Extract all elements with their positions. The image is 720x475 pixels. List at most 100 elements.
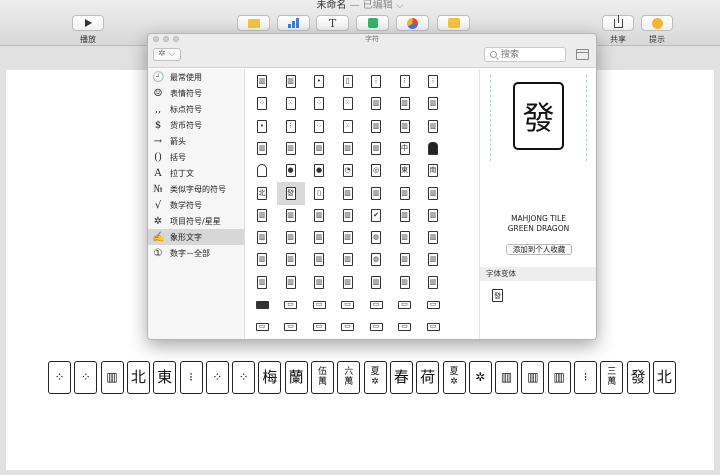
character-cell[interactable] <box>248 293 276 316</box>
zoom-window-button[interactable] <box>173 36 179 42</box>
character-cell[interactable]: • <box>248 115 276 138</box>
character-cell[interactable]: ✔ <box>362 204 390 227</box>
character-viewer-window[interactable]: 字符 ✲ ⌵ 🕘 最常使用 ☺ 表情符号,, 标点符号 $ 货币符号 → 箭头 () 括号 A 拉丁文 №… <box>147 33 597 340</box>
character-cell[interactable]: ⁘ <box>248 92 276 115</box>
character-cell[interactable]: ▭ <box>305 293 333 316</box>
character-cell[interactable]: ▥ <box>277 226 305 249</box>
character-cell[interactable]: ▥ <box>248 271 276 294</box>
character-cell[interactable] <box>248 159 276 182</box>
character-cell[interactable]: ▭ <box>305 315 333 338</box>
character-cell[interactable]: ▭ <box>391 293 419 316</box>
character-cell[interactable]: ▥ <box>362 137 390 160</box>
insert-shape-button[interactable] <box>356 15 389 31</box>
character-cell[interactable]: ▭ <box>362 315 390 338</box>
mahjong-tile[interactable]: 北 <box>126 361 150 394</box>
hint-button[interactable] <box>641 15 673 31</box>
insert-media-button[interactable] <box>396 15 429 31</box>
character-cell[interactable]: ▥ <box>419 226 447 249</box>
character-cell[interactable]: ▥ <box>277 70 305 93</box>
character-cell[interactable]: ▥ <box>277 204 305 227</box>
character-cell[interactable]: ▭ <box>391 315 419 338</box>
mahjong-tile[interactable]: ⁘ <box>74 361 98 394</box>
character-cell[interactable]: ▥ <box>334 204 362 227</box>
mahjong-tile[interactable]: 春 <box>389 361 413 394</box>
character-cell[interactable]: ▥ <box>391 248 419 271</box>
character-cell[interactable]: ◎ <box>362 159 390 182</box>
character-cell[interactable] <box>419 137 447 160</box>
mahjong-tile[interactable]: 東 <box>153 361 177 394</box>
character-cell[interactable]: ▥ <box>391 226 419 249</box>
category-item[interactable]: $ 货币符号 <box>148 117 244 133</box>
document-title[interactable]: 未命名 — 已编辑 ⌵ <box>0 0 720 12</box>
mahjong-tile[interactable]: ▥ <box>521 361 545 394</box>
category-item[interactable]: № 类似字母的符号 <box>148 181 244 197</box>
category-item[interactable]: A 拉丁文 <box>148 165 244 181</box>
character-cell[interactable]: ▯ <box>334 70 362 93</box>
character-cell[interactable]: ◔ <box>334 159 362 182</box>
character-cell[interactable]: ▥ <box>391 182 419 205</box>
mahjong-tile[interactable]: ✲ <box>468 361 492 394</box>
character-cell[interactable]: • <box>305 70 333 93</box>
character-cell[interactable]: ▥ <box>334 182 362 205</box>
mahjong-tile[interactable]: 發 <box>626 361 650 394</box>
share-button[interactable] <box>602 14 634 31</box>
mahjong-tile[interactable]: 夏 ✲ <box>363 361 387 394</box>
character-cell[interactable]: ▥ <box>305 271 333 294</box>
insert-note-button[interactable] <box>237 15 270 31</box>
character-cell[interactable]: ⁝ <box>419 70 447 93</box>
character-cell[interactable]: ▥ <box>305 226 333 249</box>
character-cell[interactable]: ◍ <box>362 248 390 271</box>
mahjong-tile[interactable]: 北 <box>652 361 676 394</box>
character-cell[interactable]: ▥ <box>419 271 447 294</box>
category-item[interactable]: √ 数学符号 <box>148 197 244 213</box>
character-cell[interactable]: ◍ <box>362 226 390 249</box>
mahjong-tile[interactable]: 荷 <box>416 361 440 394</box>
insert-chart-button[interactable] <box>277 15 310 31</box>
sidebar-toggle-button[interactable] <box>576 49 589 60</box>
character-cell[interactable]: 中 <box>391 137 419 160</box>
add-to-favorites-button[interactable]: 添加到个人收藏 <box>506 244 572 255</box>
character-cell[interactable]: ▭ <box>334 293 362 316</box>
character-cell[interactable]: ▭ <box>277 293 305 316</box>
character-cell[interactable]: ▥ <box>419 115 447 138</box>
mahjong-tile[interactable]: 蘭 <box>284 361 308 394</box>
character-cell[interactable]: ▥ <box>248 70 276 93</box>
character-cell[interactable]: ▭ <box>334 315 362 338</box>
mahjong-tile[interactable]: 梅 <box>258 361 282 394</box>
character-cell[interactable]: ▥ <box>391 92 419 115</box>
character-cell[interactable]: ▭ <box>419 315 447 338</box>
character-cell[interactable]: ▥ <box>248 137 276 160</box>
character-cell[interactable]: ● <box>305 159 333 182</box>
mahjong-tile[interactable]: ⁘ <box>48 361 71 394</box>
character-cell[interactable]: ⁙ <box>334 115 362 138</box>
character-cell[interactable]: ▥ <box>334 271 362 294</box>
character-cell[interactable]: 東 <box>391 159 419 182</box>
close-window-button[interactable] <box>153 36 159 42</box>
character-cell[interactable]: 北 <box>248 182 276 205</box>
category-item[interactable]: ① 数字－全部 <box>148 245 244 261</box>
mahjong-tile[interactable]: ⁝ <box>574 361 597 394</box>
insert-comment-button[interactable] <box>437 15 470 31</box>
character-cell[interactable]: ▥ <box>419 182 447 205</box>
mahjong-tile[interactable]: ⁘ <box>232 361 256 394</box>
character-cell[interactable]: ▥ <box>305 248 333 271</box>
character-cell[interactable]: ▥ <box>362 92 390 115</box>
character-cell[interactable]: ▯ <box>305 182 333 205</box>
character-cell[interactable]: ▥ <box>391 204 419 227</box>
character-cell[interactable]: ▥ <box>419 92 447 115</box>
mahjong-tile[interactable]: ▥ <box>547 361 571 394</box>
mahjong-tile[interactable]: 六 萬 <box>337 361 361 394</box>
category-item[interactable]: 🕘 最常使用 <box>148 69 244 85</box>
minimize-window-button[interactable] <box>163 36 169 42</box>
character-cell[interactable]: ▭ <box>248 315 276 338</box>
character-cell[interactable]: ▭ <box>419 293 447 316</box>
insert-text-button[interactable]: T <box>316 15 349 31</box>
mahjong-tile[interactable]: 三 萬 <box>600 361 624 394</box>
gear-menu-button[interactable]: ✲ ⌵ <box>153 48 181 61</box>
character-cell[interactable]: ▥ <box>391 271 419 294</box>
character-cell[interactable]: ▥ <box>334 137 362 160</box>
character-cell[interactable]: 南 <box>419 159 447 182</box>
character-cell[interactable]: ▭ <box>362 293 390 316</box>
font-variation-glyph[interactable]: 發 <box>492 289 503 302</box>
character-cell[interactable]: ⁘ <box>305 115 333 138</box>
